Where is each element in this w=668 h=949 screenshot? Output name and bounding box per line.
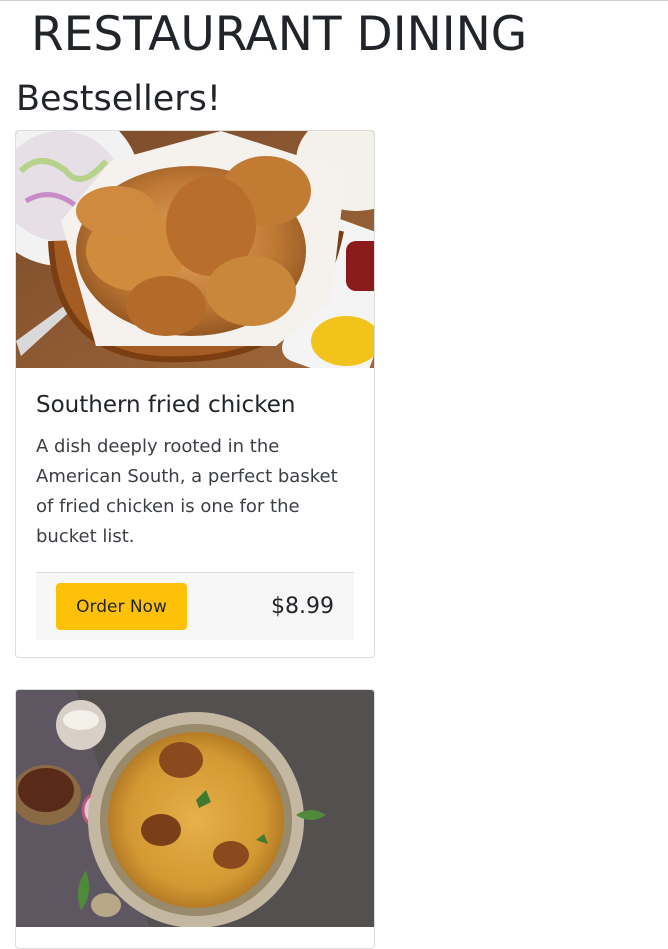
card-footer: Order Now $8.99	[36, 572, 354, 640]
fried-chicken-image	[16, 131, 374, 368]
menu-card: Southern fried chicken A dish deeply roo…	[15, 130, 375, 658]
section-title: Bestsellers!	[16, 79, 221, 119]
card-title: Southern fried chicken	[36, 392, 296, 418]
card-description: A dish deeply rooted in the American Sou…	[36, 436, 338, 547]
menu-card	[15, 689, 375, 949]
price-label: $8.99	[271, 594, 334, 619]
site-title: RESTAURANT DINING	[31, 7, 528, 62]
top-divider	[0, 0, 668, 1]
order-now-button[interactable]: Order Now	[56, 583, 187, 630]
biryani-image	[16, 690, 374, 927]
